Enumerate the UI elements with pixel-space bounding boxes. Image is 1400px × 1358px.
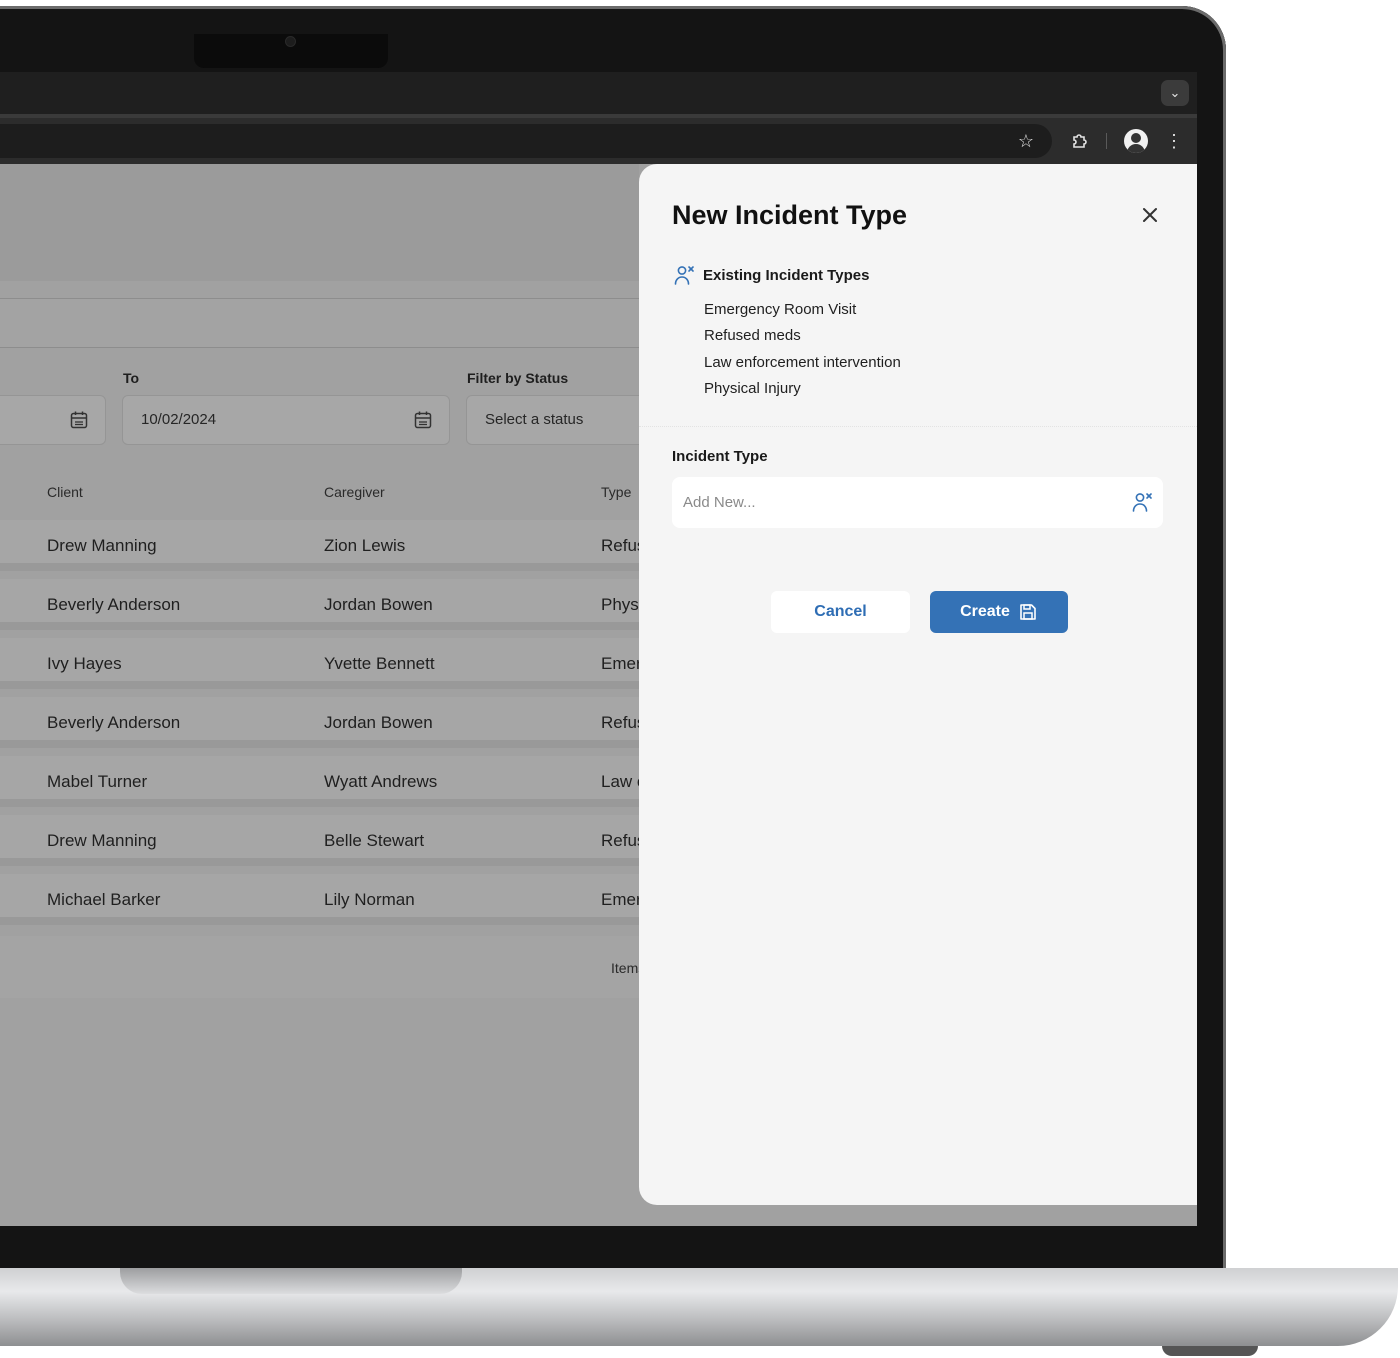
cell-client: Beverly Anderson bbox=[47, 713, 181, 732]
table-footer: Items bbox=[0, 936, 639, 998]
cell-caregiver: Yvette Bennett bbox=[324, 654, 435, 673]
cell-type: Phys bbox=[601, 595, 639, 614]
create-button[interactable]: Create bbox=[930, 591, 1068, 633]
chevron-down-icon: ⌄ bbox=[1169, 85, 1181, 100]
avatar[interactable] bbox=[1124, 129, 1148, 153]
list-item: Emergency Room Visit bbox=[704, 301, 857, 318]
toolbar-divider bbox=[1106, 133, 1107, 149]
browser-toolbar: ☆ ⋮ bbox=[0, 114, 1197, 164]
browser-window: ⌄ ☆ ⋮ To 10/02/2024 Filter by Status Sel… bbox=[0, 72, 1197, 1226]
cell-caregiver: Belle Stewart bbox=[324, 831, 425, 850]
cell-type: Refus bbox=[601, 536, 639, 555]
table-row[interactable]: Drew Manning Belle Stewart Refus bbox=[0, 815, 639, 866]
cell-client: Mabel Turner bbox=[47, 772, 148, 791]
cell-caregiver: Wyatt Andrews bbox=[324, 772, 438, 791]
cell-client: Ivy Hayes bbox=[47, 654, 122, 673]
status-filter-label: Filter by Status bbox=[467, 370, 569, 386]
cell-type: Emer bbox=[601, 654, 639, 673]
status-filter-select[interactable]: Select a status bbox=[466, 395, 656, 445]
cell-caregiver: Lily Norman bbox=[324, 890, 415, 909]
column-header-client[interactable]: Client bbox=[47, 484, 83, 500]
cell-client: Drew Manning bbox=[47, 831, 157, 850]
divider bbox=[639, 426, 1197, 427]
close-icon[interactable] bbox=[1139, 204, 1161, 226]
list-item: Law enforcement intervention bbox=[704, 353, 901, 371]
cell-type: Emer bbox=[601, 890, 639, 909]
table-header: Client Caregiver Type bbox=[0, 464, 639, 520]
existing-types-title: Existing Incident Types bbox=[703, 266, 870, 284]
puzzle-icon[interactable] bbox=[1068, 129, 1092, 153]
page-header bbox=[0, 164, 639, 281]
pagination-text: Items bbox=[611, 960, 639, 976]
list-item: Physical Injury bbox=[704, 380, 801, 398]
user-x-icon bbox=[674, 266, 694, 285]
to-date-label: To bbox=[123, 370, 140, 386]
user-x-icon bbox=[1132, 493, 1152, 512]
laptop-base-notch bbox=[120, 1268, 462, 1294]
table-row[interactable]: Drew Manning Zion Lewis Refus bbox=[0, 520, 639, 571]
table-row[interactable]: Beverly Anderson Jordan Bowen Phys bbox=[0, 579, 639, 630]
list-item: Refused meds bbox=[704, 327, 801, 345]
table-row[interactable]: Beverly Anderson Jordan Bowen Refus bbox=[0, 697, 639, 748]
cancel-button[interactable]: Cancel bbox=[771, 591, 910, 633]
browser-tabstrip: ⌄ bbox=[0, 72, 1197, 114]
more-vertical-icon[interactable]: ⋮ bbox=[1162, 129, 1186, 153]
from-date-field[interactable] bbox=[0, 395, 106, 445]
calendar-icon[interactable] bbox=[69, 410, 89, 430]
table-row[interactable]: Mabel Turner Wyatt Andrews Law e bbox=[0, 756, 639, 807]
cell-client: Beverly Anderson bbox=[47, 595, 181, 614]
cell-caregiver: Jordan Bowen bbox=[324, 595, 433, 614]
table-row[interactable]: Michael Barker Lily Norman Emer bbox=[0, 874, 639, 925]
camera-lens bbox=[285, 36, 296, 47]
tab-search-button[interactable]: ⌄ bbox=[1161, 80, 1189, 106]
cell-type: Law e bbox=[601, 772, 639, 791]
cell-type: Refus bbox=[601, 831, 639, 850]
cell-caregiver: Jordan Bowen bbox=[324, 713, 433, 732]
to-date-field[interactable]: 10/02/2024 bbox=[122, 395, 450, 445]
drawer-title: New Incident Type bbox=[672, 200, 908, 230]
existing-types-list: Emergency Room Visit Refused meds Law en… bbox=[704, 300, 901, 406]
existing-types-header: Existing Incident Types bbox=[673, 264, 869, 286]
cell-client: Drew Manning bbox=[47, 536, 157, 555]
calendar-icon[interactable] bbox=[413, 410, 433, 430]
column-header-type[interactable]: Type bbox=[601, 484, 631, 500]
incident-type-label: Incident Type bbox=[672, 448, 768, 465]
incident-type-input[interactable] bbox=[672, 477, 1163, 528]
table-row[interactable]: Ivy Hayes Yvette Bennett Emer bbox=[0, 638, 639, 689]
laptop-foot bbox=[1162, 1346, 1258, 1356]
cell-client: Michael Barker bbox=[47, 890, 161, 909]
cell-type: Refus bbox=[601, 713, 639, 732]
page-toolbar bbox=[0, 298, 639, 348]
address-bar[interactable] bbox=[0, 124, 1052, 158]
cell-caregiver: Zion Lewis bbox=[324, 536, 406, 555]
column-header-caregiver[interactable]: Caregiver bbox=[324, 484, 385, 500]
create-button-label: Create bbox=[960, 603, 1010, 620]
save-icon bbox=[1020, 604, 1036, 620]
new-incident-type-drawer: New Incident Type Existing Incident Type… bbox=[639, 164, 1197, 1205]
star-icon[interactable]: ☆ bbox=[1014, 129, 1038, 153]
